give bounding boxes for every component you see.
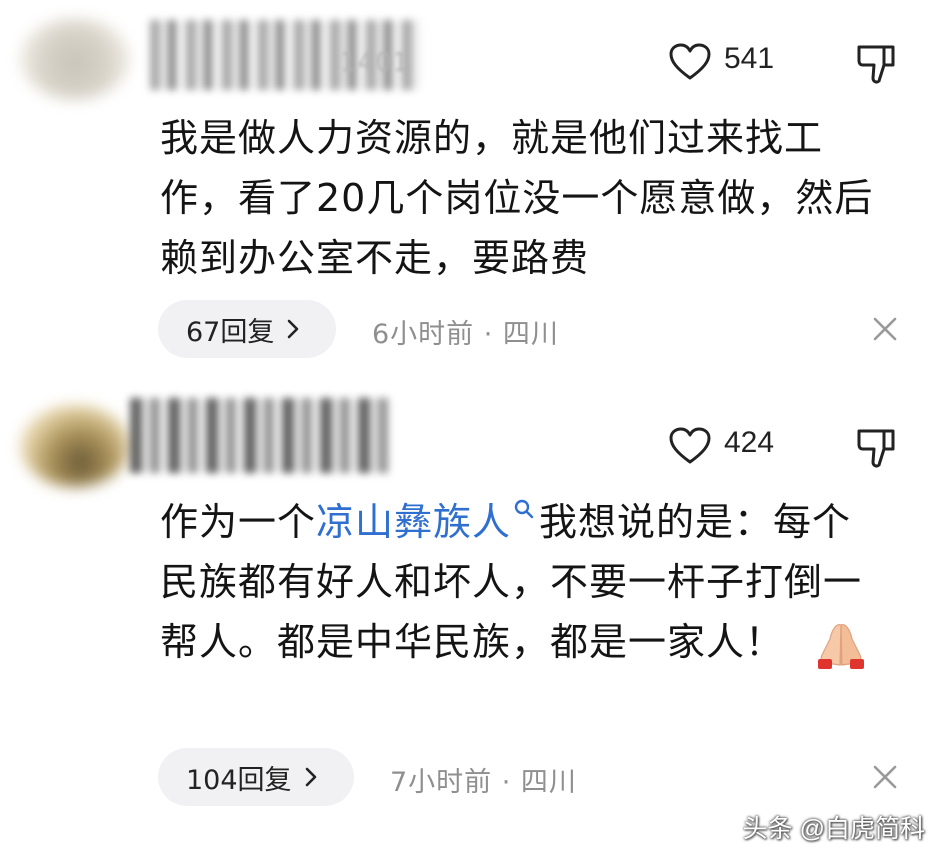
username-obscured (130, 398, 390, 473)
folded-hands-emoji-icon (818, 623, 865, 669)
replies-label: 67回复 (186, 316, 275, 348)
comment-meta: 6小时前 · 四川 (372, 319, 559, 350)
thumbs-down-icon[interactable] (854, 42, 898, 86)
comment-text: 我是做人力资源的，就是他们过来找工作，看了20几个岗位没一个愿意做，然后赖到办公… (160, 116, 874, 280)
heart-outline-icon[interactable] (668, 42, 712, 82)
search-icon[interactable] (513, 498, 535, 520)
replies-label: 104回复 (186, 764, 292, 796)
avatar[interactable] (20, 18, 130, 100)
thumbs-down-icon[interactable] (854, 426, 898, 470)
avatar[interactable] (20, 405, 130, 487)
like-count: 424 (724, 426, 775, 459)
comment-text: 作为一个凉山彝族人 我想说的是：每个民族都有好人和坏人，不要一杆子打倒一帮人。都是… (160, 492, 890, 672)
chevron-right-icon (288, 319, 299, 339)
watermark: 头条 @白虎简科 (742, 815, 925, 843)
comment-text-before-topic: 作为一个 (160, 500, 317, 544)
chevron-right-icon (305, 767, 316, 787)
comment-meta: 7小时前 · 四川 (390, 767, 577, 798)
topic-link[interactable]: 凉山彝族人 (316, 500, 511, 544)
close-icon[interactable] (872, 764, 898, 790)
like-count: 541 (724, 42, 775, 75)
username[interactable]: 1401 (340, 48, 410, 78)
close-icon[interactable] (872, 316, 898, 342)
view-replies-button[interactable]: 67回复 (158, 300, 336, 358)
comment-item: 1401 541 我是做人力资源的，就是他们过来找工作，看了20几个岗位没一个愿… (0, 0, 945, 380)
heart-outline-icon[interactable] (668, 426, 712, 466)
view-replies-button[interactable]: 104回复 (158, 748, 354, 806)
comment-item: 424 作为一个凉山彝族人 我想说的是：每个民族都有好人和坏人，不要一杆子打倒一帮… (0, 380, 945, 820)
